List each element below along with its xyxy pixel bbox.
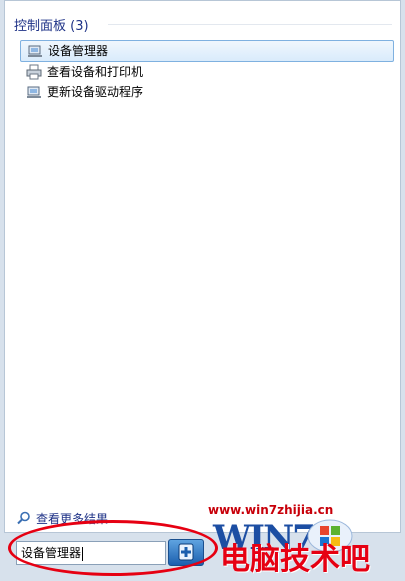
result-label: 查看设备和打印机 <box>47 65 144 79</box>
watermark-url: www.win7zhijia.cn <box>208 503 334 517</box>
start-menu-results-panel: 控制面板 (3) 设备管理器 查看设备和打印机 更新设备驱动程序 查看更多结果 <box>4 0 401 533</box>
result-label: 更新设备驱动程序 <box>47 85 144 99</box>
device-manager-icon <box>28 45 42 57</box>
printer-icon <box>26 64 42 80</box>
result-update-drivers[interactable]: 更新设备驱动程序 <box>20 82 394 102</box>
group-header-control-panel[interactable]: 控制面板 (3) <box>14 15 89 34</box>
driver-update-icon <box>27 86 41 98</box>
result-device-manager[interactable]: 设备管理器 <box>20 40 394 62</box>
annotation-ellipse <box>8 520 218 576</box>
group-divider <box>108 24 392 25</box>
results-list: 设备管理器 查看设备和打印机 更新设备驱动程序 <box>20 40 394 102</box>
search-icon <box>17 511 30 525</box>
result-devices-printers[interactable]: 查看设备和打印机 <box>20 62 394 82</box>
watermark-cn-text: 电脑技术吧 <box>220 542 370 577</box>
result-label: 设备管理器 <box>48 44 109 58</box>
